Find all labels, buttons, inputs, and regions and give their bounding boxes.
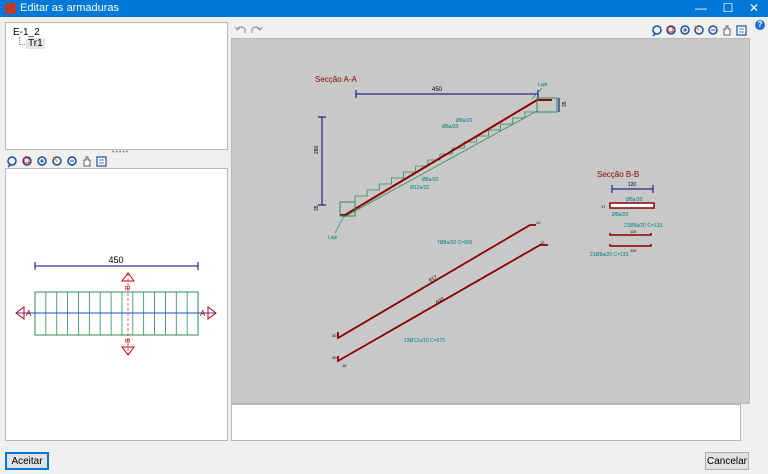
accept-button[interactable]: Aceitar	[5, 452, 49, 470]
section-bb-title: Secção B-B	[597, 170, 639, 179]
rebar-label-4: Ø12a/10	[410, 185, 429, 191]
section-line-bb: B B	[121, 272, 135, 356]
tree-panel: E-1_2 Tr1	[5, 22, 228, 150]
section-b-top-label: B	[125, 285, 132, 290]
zoom-extents-icon[interactable]	[652, 25, 662, 37]
plan-view-panel[interactable]: 450 A A B B	[5, 168, 228, 441]
top-bar-length: 617	[428, 274, 438, 283]
info-panel	[231, 404, 741, 441]
bottom-thickness-label: 35	[314, 205, 320, 211]
pan-hand-icon[interactable]	[83, 156, 91, 167]
bar-detail: 12 30 617 7Ø8a/20 C=656 12 30 16 630 13Ø…	[332, 220, 548, 368]
cancel-button[interactable]: Cancelar	[705, 452, 749, 470]
tree-child-item[interactable]: Tr1	[26, 38, 45, 49]
zoom-window-icon[interactable]	[666, 25, 676, 35]
minimize-button[interactable]: —	[687, 0, 715, 17]
undo-redo-toolbar	[234, 24, 264, 38]
section-bb-thickness-label: 17	[601, 204, 606, 209]
bottom-bar-length: 630	[435, 296, 445, 305]
section-a-right-label: A	[200, 309, 206, 318]
bottom-landing-label: Laje	[328, 235, 338, 241]
zoom-previous-icon[interactable]	[694, 25, 704, 35]
section-a-left-label: A	[26, 309, 32, 318]
top-thickness-dimension: 35	[558, 98, 568, 112]
section-bb-bar2-label: 21Ø8a/20 C=133	[590, 252, 628, 258]
height-label: 280	[314, 145, 320, 154]
top-bar-label: 7Ø8a/20 C=656	[437, 240, 473, 246]
bottom-bar-label: 13Ø12a/10 C=675	[404, 338, 445, 344]
bar-end-a: 12	[536, 220, 541, 225]
stair-soffit-line	[343, 110, 538, 218]
undo-icon[interactable]	[234, 26, 246, 33]
app-icon	[5, 3, 16, 14]
zoom-extents-icon[interactable]	[7, 156, 17, 168]
zoom-window-icon[interactable]	[22, 156, 32, 166]
width-dimension: 450	[34, 255, 199, 270]
rebar-callouts: Ø8a/20 Ø8a/20 Ø8a/20 Ø12a/10	[410, 118, 473, 191]
window-title: Editar as armaduras	[20, 2, 120, 14]
bar-end-d: 30	[332, 333, 337, 338]
redo-icon[interactable]	[251, 26, 263, 33]
bar-end-b: 12	[540, 240, 545, 245]
redraw-icon[interactable]	[736, 25, 747, 36]
drawing-toolbar	[652, 24, 752, 38]
zoom-previous-icon[interactable]	[52, 156, 62, 166]
zoom-out-icon[interactable]	[708, 25, 718, 35]
zoom-out-icon[interactable]	[67, 156, 77, 166]
close-button[interactable]: ✕	[740, 0, 768, 17]
section-aa-title: Secção A-A	[315, 75, 357, 84]
bar-end-e: 30	[332, 355, 337, 360]
bar-end-c: 16	[342, 363, 347, 368]
rebar-label-1: Ø8a/20	[456, 118, 473, 124]
bar1-length-label: 119	[630, 229, 637, 234]
bar2-length-label: 119	[630, 248, 637, 253]
zoom-in-icon[interactable]	[680, 25, 690, 35]
section-aa: Secção A-A 450 280 35 35 Laje Laje Ø8a/2…	[314, 75, 568, 241]
stair-section-steps	[343, 110, 538, 218]
section-bb: Secção B-B 120 17 Ø8a/20 Ø8a/20 119 21Ø8…	[590, 170, 662, 258]
drawing-canvas[interactable]: Secção A-A 450 280 35 35 Laje Laje Ø8a/2…	[231, 38, 750, 404]
stair-rebar	[339, 97, 558, 217]
help-icon[interactable]: ?	[755, 20, 765, 30]
section-bb-width-label: 120	[628, 182, 637, 188]
title-bar: Editar as armaduras — ☐ ✕	[0, 0, 768, 17]
length-label: 450	[432, 87, 443, 93]
top-landing-label: Laje	[538, 82, 548, 88]
rebar-label-3: Ø8a/20	[422, 177, 439, 183]
pan-hand-icon[interactable]	[723, 25, 731, 36]
width-label: 450	[108, 255, 123, 265]
length-dimension: 450	[355, 87, 539, 98]
plan-toolbar	[7, 155, 117, 169]
section-b-bottom-label: B	[125, 338, 132, 343]
height-dimension: 280 35	[314, 116, 326, 211]
zoom-in-icon[interactable]	[37, 156, 47, 166]
rebar-label-2: Ø8a/20	[442, 124, 459, 130]
section-bb-top-label: Ø8a/20	[626, 197, 643, 203]
section-bb-bottom-label: Ø8a/20	[612, 212, 629, 218]
maximize-button[interactable]: ☐	[714, 0, 742, 17]
redraw-icon[interactable]	[96, 156, 107, 167]
top-thickness-label: 35	[562, 101, 568, 107]
section-bb-bar1-label: 21Ø8a/20 C=133	[624, 223, 662, 229]
